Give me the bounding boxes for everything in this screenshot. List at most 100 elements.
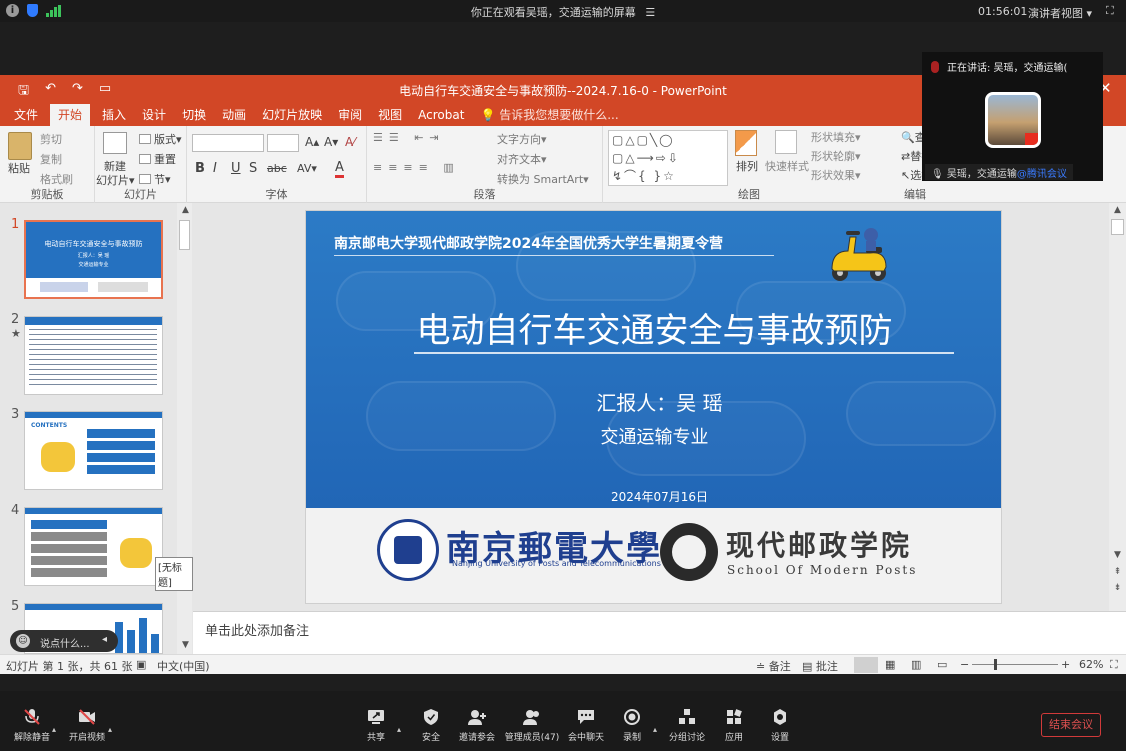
scroll-up-icon[interactable]: ▲ xyxy=(1111,205,1124,215)
grow-font-button[interactable]: A▴ xyxy=(305,135,319,149)
presenter-view-button[interactable]: 演讲者视图 ▾ xyxy=(1028,5,1092,21)
shape-fill-button[interactable]: 形状填充▾ xyxy=(811,129,861,145)
comments-toggle-button[interactable]: ▤ 批注 xyxy=(802,658,838,674)
scroll-down-icon[interactable]: ▼ xyxy=(179,640,192,650)
quick-styles-icon[interactable] xyxy=(775,130,797,154)
normal-view-icon[interactable] xyxy=(854,657,878,673)
zoom-slider-thumb[interactable] xyxy=(994,659,997,670)
apps-grid-icon xyxy=(727,709,742,724)
font-family-input[interactable] xyxy=(192,134,264,152)
strikethrough-button[interactable]: abc xyxy=(267,162,287,175)
paste-icon[interactable] xyxy=(8,132,32,160)
notes-toggle-button[interactable]: ≐ 备注 xyxy=(756,658,791,674)
fit-to-window-icon[interactable]: ⛶ xyxy=(1110,658,1118,672)
scroll-up-icon[interactable]: ▲ xyxy=(179,205,192,215)
slide-thumbnail-4[interactable] xyxy=(24,507,163,586)
copy-button[interactable]: 复制 xyxy=(40,151,62,167)
zoom-in-button[interactable]: + xyxy=(1061,658,1070,671)
tab-acrobat[interactable]: Acrobat xyxy=(410,104,472,126)
language-indicator[interactable]: 中文(中国) xyxy=(157,658,210,674)
layout-button[interactable]: 版式▾ xyxy=(139,131,182,147)
manage-members-button[interactable]: 管理成员(47) xyxy=(502,709,562,743)
end-meeting-button[interactable]: 结束会议 xyxy=(1041,713,1101,737)
shrink-font-button[interactable]: A▾ xyxy=(324,135,338,149)
font-size-input[interactable] xyxy=(267,134,299,152)
section-button[interactable]: 节▾ xyxy=(139,171,171,187)
thumb1-reporter: 汇报人：吴 瑶 xyxy=(77,253,110,259)
cut-button[interactable]: 剪切 xyxy=(40,131,62,147)
zoom-slider[interactable] xyxy=(972,659,1058,670)
tab-home[interactable]: 开始 xyxy=(50,104,91,126)
slide-thumbnail-3[interactable]: CONTENTS xyxy=(24,411,163,490)
format-painter-button[interactable]: 格式刷 xyxy=(40,171,73,187)
current-slide[interactable]: 南京邮电大学现代邮政学院2024年全国优秀大学生暑期夏令营 电动自行车交通安全与… xyxy=(305,210,1002,604)
reset-button[interactable]: 重置 xyxy=(139,151,176,167)
align-buttons[interactable]: ≡≡≡≡ ▥ xyxy=(373,161,460,174)
speaker-name: 吴瑶，交通运输 xyxy=(946,169,1017,180)
audio-options-caret[interactable]: ▴ xyxy=(52,725,56,734)
fullscreen-icon[interactable]: ⛶ xyxy=(1106,4,1114,18)
mic-muted-icon xyxy=(931,61,939,73)
clear-format-button[interactable]: A⁄ xyxy=(345,135,355,149)
slide-scrollbar[interactable]: ▲ ▼ ⇞ ⇟ xyxy=(1109,203,1126,611)
settings-label: 设置 xyxy=(770,733,789,743)
tell-me-search[interactable]: 💡 告诉我您想要做什么... xyxy=(472,104,626,126)
new-slide-icon[interactable] xyxy=(103,132,127,154)
shadow-button[interactable]: S xyxy=(249,161,257,176)
convert-smartart-button[interactable]: 转换为 SmartArt▾ xyxy=(497,171,589,187)
video-options-caret[interactable]: ▴ xyxy=(108,725,112,734)
collapse-icon[interactable]: ◂ xyxy=(102,634,107,645)
slide-thumbnail-panel: 1 电动自行车交通安全与事故预防 汇报人：吴 瑶 交通运输专业 2 ★ [无标题… xyxy=(0,203,193,654)
chat-placeholder[interactable]: 说点什么... xyxy=(40,635,90,650)
tab-file[interactable]: 文件 xyxy=(6,104,46,126)
paragraph-group: ☰☰ ⇤⇥ 文字方向▾ ≡≡≡≡ ▥ 对齐文本▾ 转换为 SmartArt▾ 段… xyxy=(367,126,603,203)
thumbnail-scroll-thumb[interactable] xyxy=(179,220,190,250)
slide-thumbnail-1[interactable]: 电动自行车交通安全与事故预防 汇报人：吴 瑶 交通运输专业 xyxy=(24,220,163,299)
chat-input-pill[interactable]: ☺ 说点什么... ◂ xyxy=(10,630,118,652)
tab-insert[interactable]: 插入 xyxy=(94,104,134,126)
notes-pane[interactable]: 单击此处添加备注 xyxy=(193,611,1126,654)
text-direction-button[interactable]: 文字方向▾ xyxy=(497,131,547,147)
arrange-button[interactable]: 排列 xyxy=(736,158,758,174)
zoom-level[interactable]: 62% xyxy=(1079,658,1103,671)
slide-scroll-thumb[interactable] xyxy=(1111,219,1124,235)
thumb1-title: 电动自行车交通安全与事故预防 xyxy=(44,240,143,248)
tab-review[interactable]: 审阅 xyxy=(330,104,370,126)
emoji-icon[interactable]: ☺ xyxy=(16,634,30,648)
invite-button[interactable]: 邀请参会 xyxy=(447,709,507,743)
char-spacing-button[interactable]: AV▾ xyxy=(297,162,317,175)
zoom-out-button[interactable]: − xyxy=(960,658,969,671)
tab-animations[interactable]: 动画 xyxy=(214,104,254,126)
paste-button[interactable]: 粘贴 xyxy=(8,160,30,176)
slide-thumbnail-2[interactable] xyxy=(24,316,163,395)
bold-button[interactable]: B xyxy=(195,161,205,176)
underline-button[interactable]: U xyxy=(231,161,241,176)
italic-button[interactable]: I xyxy=(213,161,217,176)
slide-major: 交通运输专业 xyxy=(600,427,709,448)
font-color-button[interactable]: A xyxy=(335,160,344,178)
tab-slideshow[interactable]: 幻灯片放映 xyxy=(254,104,330,126)
scroll-down-icon[interactable]: ▼ xyxy=(1111,550,1124,560)
shapes-gallery[interactable]: ▢△▢╲◯ ▢△⟶⇨⇩ ↯⌒{ }☆ xyxy=(608,130,728,186)
menu-icon[interactable]: ☰ xyxy=(645,6,655,19)
shape-effects-button[interactable]: 形状效果▾ xyxy=(811,167,861,183)
settings-button[interactable]: 设置 xyxy=(750,709,810,743)
spellcheck-icon[interactable]: ▣ xyxy=(136,658,146,671)
slideshow-view-icon[interactable]: ▭ xyxy=(937,658,947,671)
tab-design[interactable]: 设计 xyxy=(134,104,174,126)
shape-outline-button[interactable]: 形状轮廓▾ xyxy=(811,148,861,164)
align-text-button[interactable]: 对齐文本▾ xyxy=(497,151,547,167)
quick-styles-button[interactable]: 快速样式 xyxy=(765,158,809,174)
next-slide-icon[interactable]: ⇟ xyxy=(1111,583,1124,593)
arrange-icon[interactable] xyxy=(735,130,757,156)
section-label: 节▾ xyxy=(154,173,171,186)
list-buttons[interactable]: ☰☰ ⇤⇥ xyxy=(373,131,445,144)
reading-view-icon[interactable]: ▥ xyxy=(911,658,921,671)
slide-sorter-icon[interactable]: ▦ xyxy=(885,658,895,671)
tab-view[interactable]: 视图 xyxy=(370,104,410,126)
tab-transitions[interactable]: 切换 xyxy=(174,104,214,126)
university-name-en: Nanjing University of Posts and Telecomm… xyxy=(452,559,661,568)
speaking-label: 正在讲话: 吴瑶，交通运输( xyxy=(947,63,1068,74)
speaker-video-panel[interactable]: 正在讲话: 吴瑶，交通运输( 🎙 吴瑶，交通运输@腾讯会议 xyxy=(922,52,1103,181)
previous-slide-icon[interactable]: ⇞ xyxy=(1111,567,1124,577)
